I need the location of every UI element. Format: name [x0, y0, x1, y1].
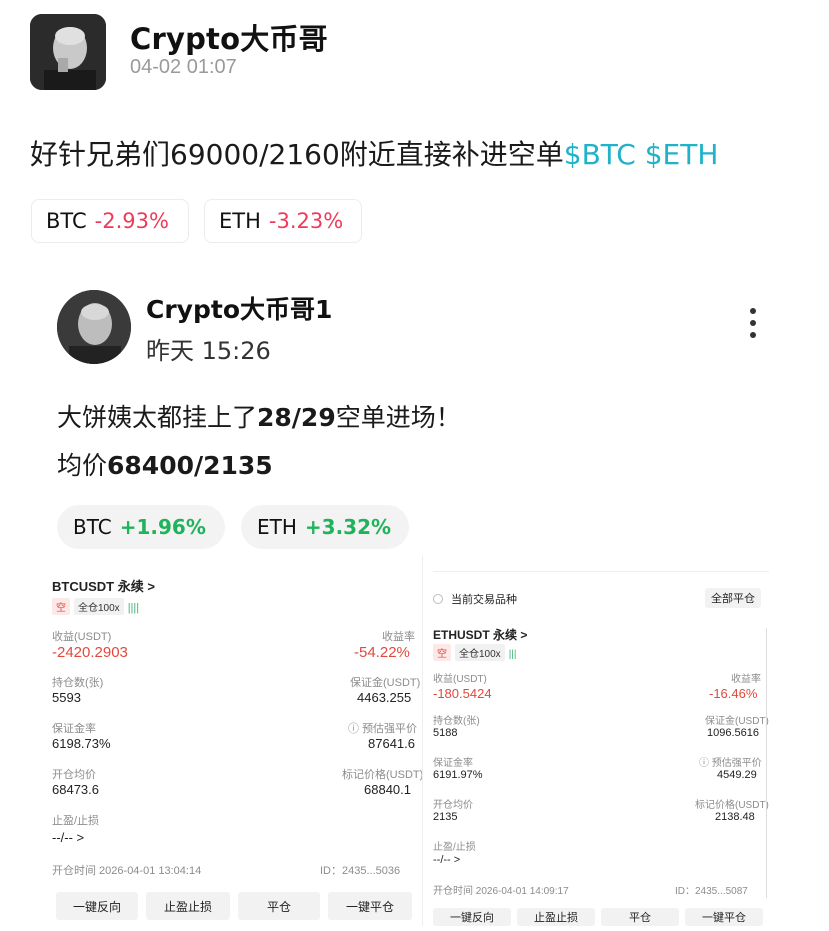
quoted-ticker-chip-btc: BTC +1.96% [57, 505, 225, 549]
qty-label: 持仓数(张) [433, 716, 480, 727]
quoted-text: 均价 [57, 451, 108, 480]
close-all-button: 一键平仓 [685, 908, 763, 926]
tpsl-value: --/-- > [52, 830, 85, 845]
qty-value: 5593 [52, 690, 81, 705]
roe-label: 收益率 [382, 631, 415, 643]
close-button: 平仓 [601, 908, 679, 926]
author-name[interactable]: Crypto大币哥 [130, 16, 328, 58]
margin-value: 1096.5616 [707, 727, 759, 739]
scrollbar-track [766, 628, 767, 898]
margin-value: 4463.255 [357, 690, 412, 705]
roe-label: 收益率 [731, 674, 761, 685]
ticker-symbol: BTC [73, 515, 112, 539]
pnl-value: -2420.2903 [52, 644, 128, 661]
quoted-author-avatar [57, 290, 131, 364]
more-options-icon [745, 308, 761, 344]
entry-price-label: 开仓均价 [433, 800, 473, 811]
mark-price-label: 标记价格(USDT) [342, 769, 424, 781]
position-title: ETHUSDT 永续 > [433, 628, 528, 642]
qty-value: 5188 [433, 727, 458, 739]
mode-tag: 全仓100x [455, 644, 505, 661]
side-tag: 空 [433, 644, 451, 661]
pnl-value: -180.5424 [433, 686, 492, 701]
liq-price-value: 4549.29 [717, 769, 757, 781]
ticker-change: -2.93% [94, 209, 169, 233]
position-id: ID：2435...5036 [320, 865, 401, 877]
cashtag-links[interactable]: $BTC $ETH [564, 138, 719, 171]
margin-ratio-label: 保证金率 [433, 758, 473, 769]
tpsl-button: 止盈止损 [146, 892, 230, 920]
signal-bars-icon: ||| [508, 649, 517, 660]
post-timestamp: 04-02 01:07 [130, 56, 237, 78]
ticker-symbol: ETH [257, 515, 297, 539]
entry-price-value: 2135 [433, 811, 458, 823]
margin-ratio-value: 6198.73% [52, 736, 111, 751]
quoted-text-line-2: 均价68400/2135 [57, 446, 273, 482]
quoted-text: 大饼姨太都挂上了 [57, 403, 258, 432]
ticker-change: -3.23% [268, 209, 344, 233]
close-button: 平仓 [238, 892, 320, 920]
margin-ratio-value: 6191.97% [433, 769, 483, 781]
quoted-author-name: Crypto大币哥1 [146, 295, 333, 324]
liq-price-label: ⓘ 预估强平价 [699, 758, 762, 769]
tpsl-button: 止盈止损 [517, 908, 595, 926]
roe-value: -54.22% [354, 644, 410, 661]
ticker-symbol: BTC [46, 209, 87, 233]
pnl-label: 收益(USDT) [52, 631, 112, 643]
quoted-timestamp: 昨天 15:26 [146, 337, 271, 365]
open-time: 开仓时间 2026-04-01 14:09:17 [433, 886, 569, 897]
mark-price-value: 2138.48 [715, 811, 755, 823]
reverse-button: 一键反向 [433, 908, 511, 926]
qty-label: 持仓数(张) [52, 677, 104, 689]
entry-price-label: 开仓均价 [52, 769, 96, 781]
tpsl-label: 止盈/止损 [433, 842, 476, 853]
info-icon: ⓘ [699, 758, 712, 769]
tpsl-value: --/-- > [433, 854, 461, 866]
liq-price-value: 87641.6 [368, 736, 415, 751]
side-tag: 空 [52, 598, 70, 615]
eth-position-screenshot: 当前交易品种 全部平仓 ETHUSDT 永续 > 空全仓100x ||| 收益(U… [422, 556, 778, 926]
quoted-text: 空单进场！ [335, 403, 461, 432]
mode-tag: 全仓100x [74, 598, 124, 615]
entry-price-value: 68473.6 [52, 782, 99, 797]
position-id: ID：2435...5087 [675, 886, 748, 897]
post-text: 好针兄弟们69000/2160附近直接补进空单 [30, 138, 564, 171]
signal-bars-icon: |||| [127, 602, 140, 614]
close-all-positions-button: 全部平仓 [705, 588, 761, 608]
roe-value: -16.46% [709, 686, 758, 701]
author-avatar[interactable] [30, 14, 106, 90]
pnl-label: 收益(USDT) [433, 674, 487, 685]
ticker-symbol: ETH [219, 209, 261, 233]
post-body: 好针兄弟们69000/2160附近直接补进空单$BTC $ETH [30, 133, 718, 173]
quoted-text-line-1: 大饼姨太都挂上了28/29空单进场！ [57, 398, 461, 434]
btc-position-screenshot: BTCUSDT 永续 > 空全仓100x |||| 收益(USDT) -2420.… [52, 566, 423, 922]
ticker-chip-btc[interactable]: BTC -2.93% [31, 199, 189, 243]
filter-label: 当前交易品种 [451, 594, 517, 606]
cropped-tab-bar [433, 558, 769, 572]
quoted-text-bold: 28/29 [257, 403, 336, 432]
quoted-text-bold: 68400/2135 [107, 451, 273, 480]
open-time: 开仓时间 2026-04-01 13:04:14 [52, 865, 202, 877]
radio-icon [433, 594, 443, 604]
position-title: BTCUSDT 永续 > [52, 579, 155, 594]
position-tags: 空全仓100x |||| [52, 598, 139, 616]
ticker-chip-eth[interactable]: ETH -3.23% [204, 199, 362, 243]
info-icon: ⓘ [348, 723, 363, 735]
liq-price-label: ⓘ 预估强平价 [348, 723, 418, 735]
position-tags: 空全仓100x ||| [433, 644, 516, 662]
margin-ratio-label: 保证金率 [52, 723, 96, 735]
ticker-change: +3.32% [304, 515, 392, 539]
reverse-button: 一键反向 [56, 892, 138, 920]
mark-price-value: 68840.1 [364, 782, 411, 797]
close-all-button: 一键平仓 [328, 892, 412, 920]
margin-label: 保证金(USDT) [705, 716, 769, 727]
tpsl-label: 止盈/止损 [52, 815, 100, 827]
margin-label: 保证金(USDT) [350, 677, 421, 689]
mark-price-label: 标记价格(USDT) [695, 800, 769, 811]
quoted-ticker-chip-eth: ETH +3.32% [241, 505, 409, 549]
ticker-change: +1.96% [119, 515, 206, 539]
